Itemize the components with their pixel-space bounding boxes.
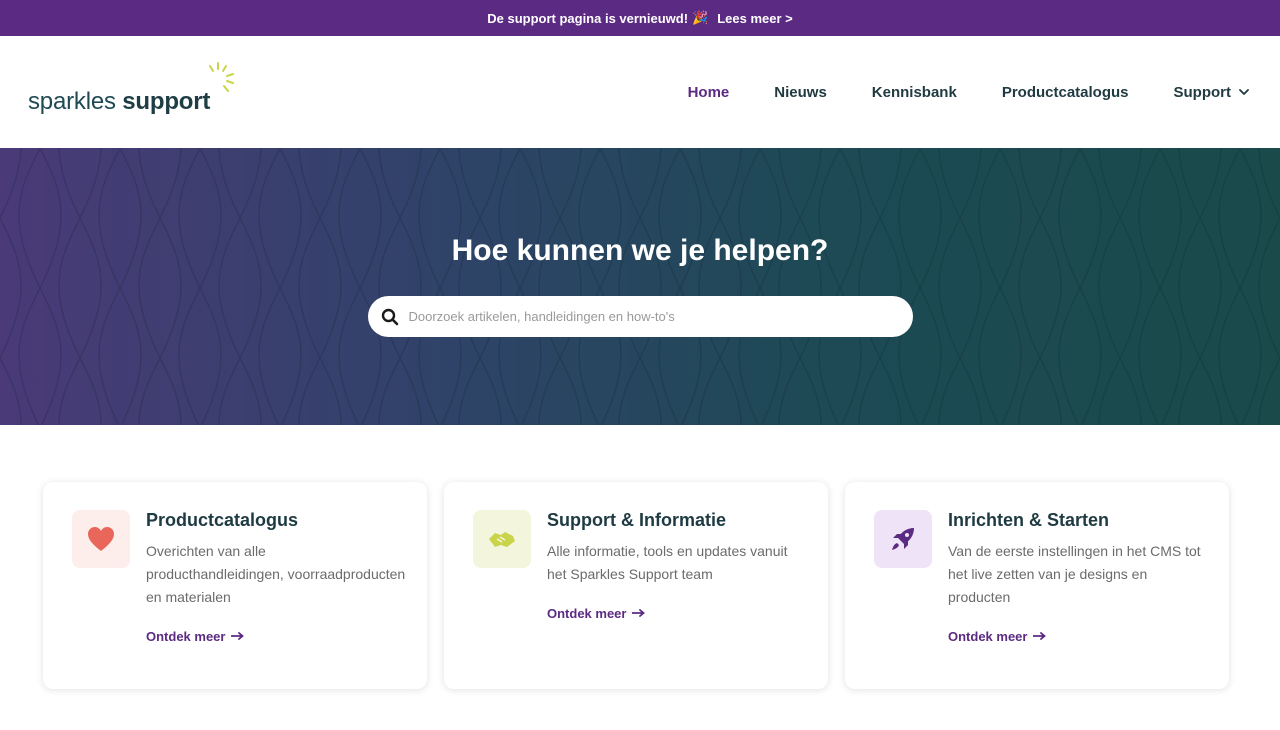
card-description: Overichten van alle producthandleidingen…: [146, 542, 406, 605]
discover-more-link[interactable]: Ontdek meer: [547, 606, 808, 621]
rocket-icon: [892, 528, 914, 550]
chevron-down-icon: [1239, 89, 1249, 95]
sparkle-icon: [209, 62, 234, 92]
logo-text: sparkles support: [28, 88, 211, 115]
nav-item-home[interactable]: Home: [688, 84, 730, 101]
search-bar[interactable]: [367, 296, 913, 337]
party-popper-icon: 🎉: [692, 10, 709, 25]
nav-item-productcatalogus[interactable]: Productcatalogus: [1002, 84, 1129, 101]
card-description: Van de eerste instellingen in het CMS to…: [948, 542, 1201, 605]
category-cards: Productcatalogus Overichten van alle pro…: [0, 425, 1280, 689]
card-description: Alle informatie, tools en updates vanuit…: [547, 542, 788, 582]
arrow-right-icon: [1033, 632, 1047, 640]
hero-title: Hoe kunnen we je helpen?: [451, 234, 829, 267]
read-more-link[interactable]: Lees meer >: [717, 11, 793, 26]
nav-item-kennisbank[interactable]: Kennisbank: [872, 84, 957, 101]
card-icon-box: [473, 510, 531, 568]
main-nav: Home Nieuws Kennisbank Productcatalogus …: [643, 84, 1250, 101]
handshake-icon: [489, 532, 515, 547]
card-support-informatie[interactable]: Support & Informatie Alle informatie, to…: [444, 482, 828, 689]
discover-more-link[interactable]: Ontdek meer: [146, 629, 407, 644]
arrow-right-icon: [231, 632, 245, 640]
card-inrichten-starten[interactable]: Inrichten & Starten Van de eerste instel…: [845, 482, 1229, 689]
hero-banner: Hoe kunnen we je helpen?: [0, 148, 1280, 425]
nav-item-support[interactable]: Support: [1174, 84, 1251, 101]
card-icon-box: [72, 510, 130, 568]
search-icon: [381, 308, 398, 325]
announcement-text: De support pagina is vernieuwd!: [487, 10, 689, 26]
arrow-right-icon: [632, 609, 646, 617]
discover-more-link[interactable]: Ontdek meer: [948, 629, 1209, 644]
search-input[interactable]: [408, 309, 913, 324]
card-icon-box: [874, 510, 932, 568]
card-title: Support & Informatie: [547, 510, 726, 530]
sparkles-support-logo[interactable]: sparkles support: [28, 62, 234, 117]
card-productcatalogus[interactable]: Productcatalogus Overichten van alle pro…: [43, 482, 427, 689]
card-title: Inrichten & Starten: [948, 510, 1110, 530]
announcement-bar: De support pagina is vernieuwd! 🎉 Lees m…: [0, 0, 1280, 36]
nav-item-nieuws[interactable]: Nieuws: [774, 84, 827, 101]
card-title: Productcatalogus: [146, 510, 299, 530]
site-header: sparkles support Home Nieuws Kennisbank …: [0, 36, 1280, 148]
heart-icon: [88, 527, 114, 551]
